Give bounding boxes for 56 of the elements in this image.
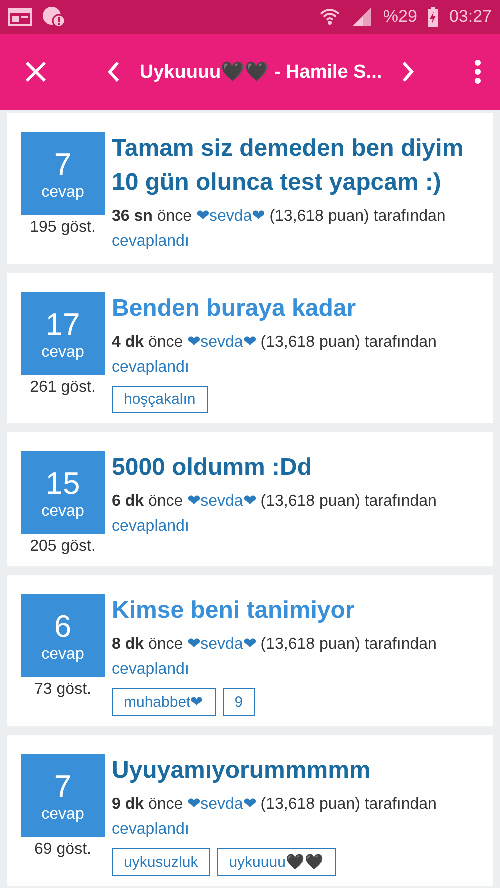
question-meta: 6 dk önce ❤sevda❤ (13,618 puan) tarafından cevaplandı [112, 492, 438, 537]
answer-count: 7 [54, 768, 72, 806]
answer-count: 7 [54, 146, 72, 184]
tag-chip[interactable]: muhabbet❤ [112, 688, 216, 716]
alert-icon [42, 6, 66, 28]
answered-link[interactable]: cevaplandı [112, 661, 190, 678]
answer-label: cevap [42, 806, 84, 824]
view-count: 69 göst. [34, 841, 92, 859]
question-meta: 36 sn önce ❤sevda❤ (13,618 puan) tarafından cevaplandı [112, 207, 447, 252]
answer-label: cevap [42, 646, 84, 664]
wifi-icon [319, 7, 342, 27]
close-icon [24, 60, 48, 84]
answered-link[interactable]: cevaplandı [112, 233, 190, 250]
view-count: 73 göst. [34, 681, 92, 699]
answer-count: 17 [46, 306, 80, 344]
view-count: 261 göst. [30, 379, 96, 397]
tag-chip[interactable]: uykuuuu🖤🖤 [217, 848, 336, 876]
calendar-icon [8, 7, 32, 27]
battery-level: %29 [383, 7, 418, 27]
signal-icon [351, 7, 374, 27]
answered-link[interactable]: cevaplandı [112, 359, 190, 376]
chevron-right-icon [400, 60, 416, 84]
question-card[interactable]: 17 cevap 261 göst. Benden buraya kadar 4 dk önce ❤sevda❤ (13,618 puan) tarafından cevaplandı hoşçakalın [7, 273, 493, 423]
topic-title: Uykuuuu🖤🖤 - Hamile S... [140, 60, 382, 84]
question-meta: 8 dk önce ❤sevda❤ (13,618 puan) tarafından cevaplandı [112, 635, 438, 680]
battery-charging-icon [427, 6, 440, 28]
question-title[interactable]: Kimse beni tanimiyor [112, 594, 483, 628]
question-meta: 9 dk önce ❤sevda❤ (13,618 puan) tarafından cevaplandı [112, 795, 438, 840]
answer-label: cevap [42, 502, 84, 520]
answered-link[interactable]: cevaplandı [112, 518, 190, 535]
user-link[interactable]: ❤sevda❤ [188, 493, 256, 510]
user-link[interactable]: ❤sevda❤ [196, 208, 266, 225]
question-title[interactable]: 5000 oldumm :Dd [112, 451, 483, 485]
clock: 03:27 [449, 7, 492, 27]
tag-chip[interactable]: uykusuzluk [112, 848, 210, 876]
question-meta: 4 dk önce ❤sevda❤ (13,618 puan) tarafından cevaplandı [112, 333, 438, 378]
answered-link[interactable]: cevaplandı [112, 821, 190, 838]
chevron-left-icon [106, 60, 122, 84]
answer-count: 6 [54, 608, 72, 646]
question-title[interactable]: Tamam siz demeden ben diyim 10 gün olunca test yapcam :) [112, 132, 483, 200]
tag-chip[interactable]: hoşçakalın [112, 386, 208, 413]
answer-count: 15 [46, 464, 80, 502]
question-card[interactable]: 6 cevap 73 göst. Kimse beni tanimiyor 8 dk önce ❤sevda❤ (13,618 puan) tarafından cevaplandı muhabbet❤ 9 [7, 575, 493, 726]
answer-label: cevap [42, 344, 84, 362]
question-card[interactable]: 15 cevap 205 göst. 5000 oldumm :Dd 6 dk önce ❤sevda❤ (13,618 puan) tarafından cevaplandı [7, 432, 493, 566]
user-link[interactable]: ❤sevda❤ [188, 636, 256, 653]
view-count: 205 göst. [30, 538, 96, 556]
question-card[interactable]: 7 cevap 69 göst. Uyuyamıyorummmmm 9 dk önce ❤sevda❤ (13,618 puan) tarafından cevaplandı uykusuzluk uykuuuu🖤🖤 [7, 735, 493, 886]
answer-label: cevap [42, 184, 84, 202]
tag-chip[interactable]: 9 [222, 688, 256, 716]
user-link[interactable]: ❤sevda❤ [188, 334, 256, 351]
question-title[interactable]: Uyuyamıyorummmmm [112, 754, 483, 788]
more-icon [474, 59, 482, 85]
question-title[interactable]: Benden buraya kadar [112, 292, 483, 326]
user-link[interactable]: ❤sevda❤ [188, 796, 256, 813]
view-count: 195 göst. [30, 219, 96, 237]
